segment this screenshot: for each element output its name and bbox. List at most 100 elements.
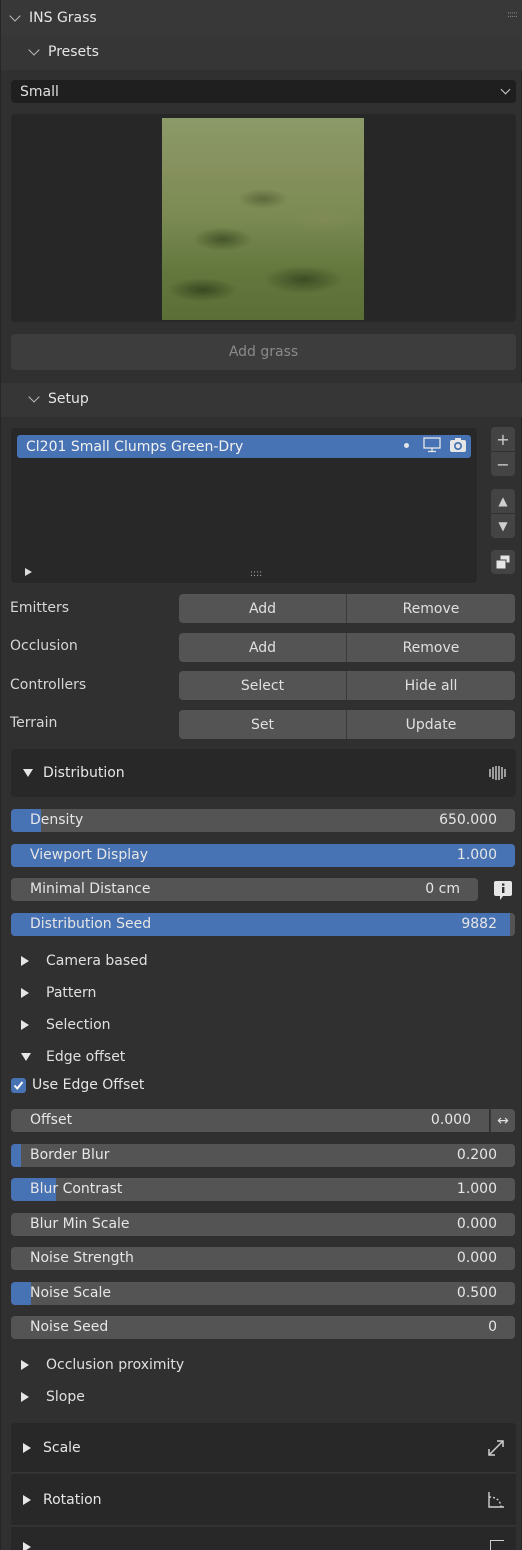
slider-value: 650.000: [439, 812, 497, 828]
next-panel-header[interactable]: [11, 1527, 516, 1550]
occlusion-proximity-subsection[interactable]: Occlusion proximity: [21, 1357, 184, 1373]
blur-min-scale-slider[interactable]: Blur Min Scale 0.000: [11, 1213, 515, 1236]
slider-label: Border Blur: [30, 1147, 110, 1163]
scale-panel-header[interactable]: Scale: [11, 1423, 516, 1473]
distribution-seed-field[interactable]: Distribution Seed 9882: [11, 913, 515, 936]
add-item-button[interactable]: +: [491, 427, 515, 451]
edge-offset-subsection[interactable]: Edge offset: [21, 1049, 125, 1065]
noise-strength-slider[interactable]: Noise Strength 0.000: [11, 1247, 515, 1270]
copy-stack-button[interactable]: [491, 550, 515, 574]
border-blur-slider[interactable]: Border Blur 0.200: [11, 1144, 515, 1167]
blur-contrast-slider[interactable]: Blur Contrast 1.000: [11, 1178, 515, 1201]
preset-dropdown-value: Small: [20, 83, 59, 100]
slider-label: Noise Scale: [30, 1285, 111, 1301]
button-label: Add: [248, 639, 277, 656]
noise-seed-field[interactable]: Noise Seed 0: [11, 1316, 515, 1339]
controllers-hide-all-button[interactable]: Hide all: [346, 671, 515, 700]
chevron-down-icon: [28, 44, 40, 56]
camera-icon[interactable]: [449, 437, 467, 453]
use-edge-offset-label[interactable]: Use Edge Offset: [32, 1077, 144, 1093]
checkmark-icon: [13, 1081, 24, 1091]
scale-arrows-icon: [488, 1440, 504, 1456]
panel-header[interactable]: INS Grass :::::: [1, 0, 522, 36]
noise-scale-slider[interactable]: Noise Scale 0.500: [11, 1282, 515, 1305]
triangle-right-icon: [23, 1541, 31, 1550]
minus-icon: −: [496, 454, 510, 474]
selection-subsection[interactable]: Selection: [21, 1017, 111, 1033]
list-expand-icon[interactable]: [25, 568, 32, 576]
occlusion-remove-button[interactable]: Remove: [346, 633, 515, 662]
controllers-select-button[interactable]: Select: [179, 671, 346, 700]
list-item-label: Cl201 Small Clumps Green-Dry: [26, 438, 244, 455]
info-icon[interactable]: [493, 880, 513, 902]
panel-label: Scale: [43, 1439, 81, 1456]
preset-dropdown[interactable]: Small: [11, 80, 516, 103]
slider-label: Offset: [30, 1112, 73, 1128]
distribution-header[interactable]: Distribution: [11, 749, 516, 797]
subsection-label: Selection: [46, 1017, 111, 1033]
grass-preview-image[interactable]: [162, 118, 364, 320]
rotation-panel-header[interactable]: Rotation: [11, 1474, 516, 1526]
button-label: Add: [248, 600, 277, 617]
emitters-add-button[interactable]: Add: [179, 594, 346, 623]
slider-value: 0.500: [456, 1285, 497, 1301]
slope-subsection[interactable]: Slope: [21, 1389, 85, 1405]
emitters-remove-button[interactable]: Remove: [346, 594, 515, 623]
distribution-title: Distribution: [43, 765, 125, 781]
subsection-label: Occlusion proximity: [46, 1357, 185, 1373]
triangle-right-icon: [21, 1392, 29, 1402]
dot-icon: [404, 442, 409, 448]
button-label: Remove: [402, 639, 460, 656]
slider-value: 1.000: [456, 1181, 497, 1197]
double-arrow-icon: ↔: [497, 1112, 509, 1129]
partial-icon: [490, 1540, 504, 1550]
flip-direction-button[interactable]: ↔: [490, 1109, 515, 1132]
viewport-display-slider[interactable]: Viewport Display 1.000: [11, 844, 515, 867]
button-label: Set: [251, 716, 274, 733]
monitor-icon[interactable]: [423, 437, 441, 453]
subsection-label: Slope: [46, 1389, 85, 1405]
setup-header[interactable]: Setup: [1, 383, 522, 417]
occlusion-label: Occlusion: [10, 638, 78, 654]
chevron-down-icon: [9, 10, 21, 22]
terrain-update-button[interactable]: Update: [346, 710, 515, 739]
panel-label: Rotation: [43, 1491, 102, 1508]
minimal-distance-field[interactable]: Minimal Distance 0 cm: [11, 878, 478, 901]
controllers-label: Controllers: [10, 677, 87, 693]
move-up-button[interactable]: ▲: [491, 489, 515, 513]
slider-label: Blur Min Scale: [30, 1216, 130, 1232]
density-slider[interactable]: Density 650.000: [11, 809, 515, 832]
setup-header-title[interactable]: Setup: [28, 391, 89, 407]
triangle-right-icon: [21, 1360, 29, 1370]
slider-label: Density: [30, 812, 84, 828]
slider-fill: [11, 1144, 22, 1167]
pattern-subsection[interactable]: Pattern: [21, 985, 96, 1001]
presets-header-title[interactable]: Presets: [28, 44, 99, 60]
slider-value: 0.000: [430, 1112, 471, 1128]
use-edge-offset-checkbox[interactable]: [11, 1078, 26, 1093]
slider-value: 0.000: [456, 1216, 497, 1232]
list-resize-grip-icon[interactable]: ::::: [250, 569, 262, 579]
panel-title: INS Grass: [29, 10, 97, 26]
presets-header[interactable]: Presets: [1, 36, 522, 70]
add-grass-button[interactable]: Add grass: [11, 334, 516, 370]
drag-grip-icon[interactable]: :::::: [507, 10, 518, 20]
remove-item-button[interactable]: −: [491, 452, 515, 476]
slider-value: 0.000: [456, 1250, 497, 1266]
ins-grass-panel: INS Grass ::::: Presets Small Add grass …: [0, 0, 522, 1550]
offset-field[interactable]: Offset 0.000: [11, 1109, 489, 1132]
camera-based-subsection[interactable]: Camera based: [21, 953, 148, 969]
presets-title: Presets: [48, 44, 99, 60]
button-label: Hide all: [404, 677, 458, 694]
panel-header-title[interactable]: INS Grass: [9, 10, 97, 26]
terrain-set-button[interactable]: Set: [179, 710, 346, 739]
occlusion-add-button[interactable]: Add: [179, 633, 346, 662]
slider-label: Viewport Display: [30, 847, 148, 863]
move-down-button[interactable]: ▼: [491, 514, 515, 538]
plus-icon: +: [496, 429, 510, 449]
button-label: Remove: [402, 600, 460, 617]
subsection-label: Pattern: [46, 985, 97, 1001]
slider-label: Minimal Distance: [30, 881, 151, 897]
setup-title: Setup: [48, 391, 89, 407]
list-item[interactable]: Cl201 Small Clumps Green-Dry: [17, 435, 471, 458]
